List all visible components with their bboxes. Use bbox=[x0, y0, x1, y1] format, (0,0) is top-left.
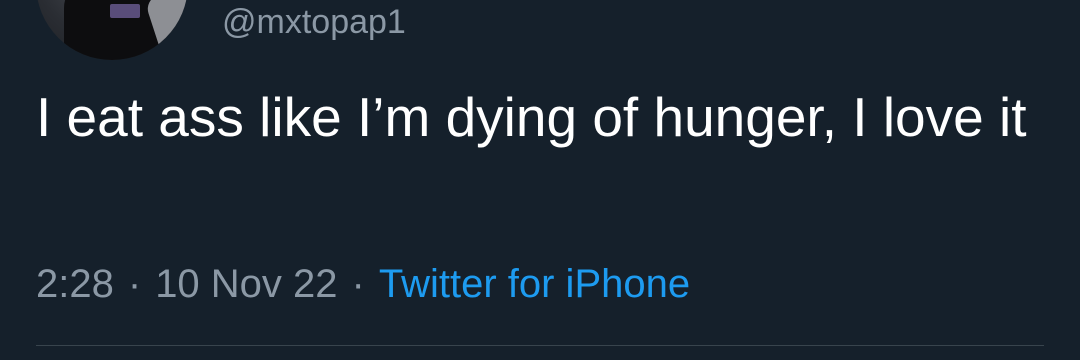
divider bbox=[36, 345, 1044, 346]
tweet-time[interactable]: 2:28 bbox=[36, 262, 114, 306]
tweet-source-link[interactable]: Twitter for iPhone bbox=[379, 262, 690, 306]
meta-separator: · bbox=[351, 262, 365, 306]
meta-separator: · bbox=[127, 262, 142, 306]
avatar-shirt-print bbox=[110, 4, 140, 18]
tweet-date[interactable]: 10 Nov 22 bbox=[155, 262, 337, 306]
tweet-text: I eat ass like I’m dying of hunger, I lo… bbox=[36, 86, 1027, 148]
username-handle[interactable]: @mxtopap1 bbox=[222, 2, 406, 42]
tweet-meta: 2:28 · 10 Nov 22 · Twitter for iPhone bbox=[36, 260, 690, 308]
avatar[interactable] bbox=[36, 0, 188, 60]
